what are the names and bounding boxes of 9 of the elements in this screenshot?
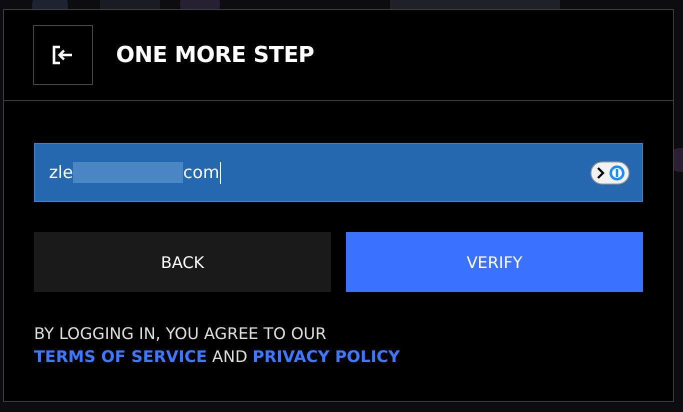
email-field[interactable]: zle com xyxy=(34,143,643,202)
agreement-text: BY LOGGING IN, YOU AGREE TO OUR TERMS OF SERVICE AND PRIVACY POLICY xyxy=(34,323,401,368)
back-button[interactable]: BACK xyxy=(34,232,331,292)
logout-icon xyxy=(33,24,93,84)
dialog-title: ONE MORE STEP xyxy=(116,42,314,68)
privacy-link[interactable]: PRIVACY POLICY xyxy=(252,347,400,366)
terms-link[interactable]: TERMS OF SERVICE xyxy=(34,347,208,366)
verify-button[interactable]: VERIFY xyxy=(346,232,643,292)
password-manager-icon[interactable] xyxy=(590,160,630,184)
